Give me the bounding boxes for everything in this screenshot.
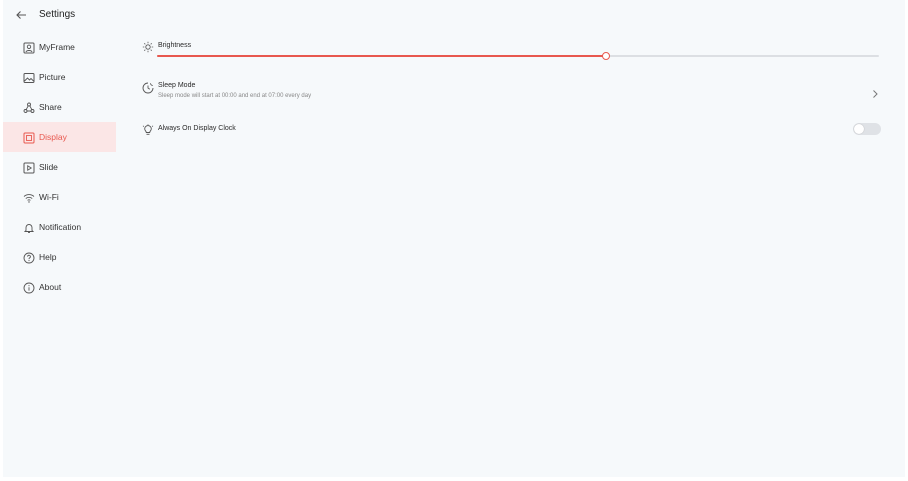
display-icon: [23, 131, 35, 144]
picture-icon: [23, 71, 35, 83]
chevron-right-icon[interactable]: [871, 86, 879, 98]
sidebar-item-help[interactable]: Help: [3, 242, 116, 272]
brightness-slider-fill: [157, 55, 605, 57]
sidebar-item-share[interactable]: Share: [3, 92, 116, 122]
sleep-mode-row[interactable]: [136, 76, 888, 104]
help-icon: [23, 251, 35, 264]
sun-icon: [142, 40, 154, 53]
sidebar-item-label: Share: [39, 102, 62, 112]
sidebar-item-label: Slide: [39, 162, 58, 172]
sidebar-item-label: Notification: [39, 222, 82, 232]
sidebar-item-label: Picture: [39, 72, 66, 82]
sidebar-item-display[interactable]: Display: [3, 122, 116, 152]
sidebar-item-label: MyFrame: [39, 42, 75, 52]
always-on-clock-label: Always On Display Clock: [158, 125, 236, 132]
share-icon: [23, 101, 35, 113]
page-title: Settings: [39, 9, 76, 20]
back-arrow-icon[interactable]: [14, 8, 28, 22]
sidebar-item-wifi[interactable]: Wi-Fi: [3, 182, 116, 212]
bell-icon: [23, 221, 35, 233]
brightness-slider[interactable]: [157, 52, 879, 60]
slide-play-icon: [23, 161, 35, 174]
portrait-frame-icon: [23, 41, 35, 54]
bulb-icon: [142, 123, 154, 135]
sidebar-item-label: Display: [39, 132, 67, 142]
brightness-label: Brightness: [158, 42, 192, 49]
moon-clock-icon: [142, 81, 154, 94]
toggle-knob: [854, 124, 864, 134]
sidebar-item-picture[interactable]: Picture: [3, 62, 116, 92]
sidebar-item-label: About: [39, 282, 62, 292]
settings-window: Settings MyFrame Picture Share Display S…: [3, 0, 905, 477]
display-settings-panel: Brightness Sleep Mode Sleep mode will st…: [116, 0, 905, 477]
sleep-mode-label: Sleep Mode: [158, 82, 196, 89]
sidebar-item-slide[interactable]: Slide: [3, 152, 116, 182]
wifi-icon: [23, 191, 35, 203]
sidebar-item-label: Wi-Fi: [39, 192, 59, 202]
sidebar-item-myframe[interactable]: MyFrame: [3, 32, 116, 62]
sleep-mode-description: Sleep mode will start at 00:00 and end a…: [158, 93, 312, 99]
brightness-slider-thumb[interactable]: [601, 52, 610, 60]
always-on-clock-toggle[interactable]: [853, 123, 881, 135]
sidebar-item-label: Help: [39, 252, 57, 262]
info-icon: [23, 281, 35, 294]
sidebar: MyFrame Picture Share Display Slide Wi-F…: [3, 32, 116, 302]
sidebar-item-notification[interactable]: Notification: [3, 212, 116, 242]
sidebar-item-about[interactable]: About: [3, 272, 116, 302]
